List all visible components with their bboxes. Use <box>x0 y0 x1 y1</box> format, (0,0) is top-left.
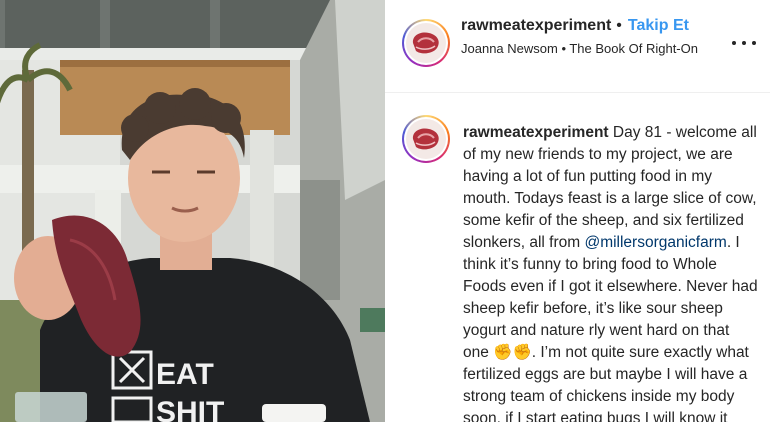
caption-author-avatar[interactable] <box>402 115 450 163</box>
caption-mention-link[interactable]: @millersorganicfarm <box>584 234 726 251</box>
follow-button[interactable]: Takip Et <box>628 17 689 34</box>
post-details-panel: rawmeatexperiment • Takip Et Joanna Newsom… <box>385 0 770 422</box>
separator-dot: • <box>616 17 622 34</box>
post-photo[interactable]: EAT SHIT <box>0 0 385 422</box>
instagram-post-view: EAT SHIT rawmeatexperiment • Takip Et Jo… <box>0 0 770 422</box>
steak-icon <box>412 32 439 54</box>
caption-username[interactable]: rawmeatexperiment <box>463 124 609 141</box>
post-caption: rawmeatexperiment Day 81 - welcome all o… <box>463 122 759 422</box>
more-dot <box>732 41 736 45</box>
author-username[interactable]: rawmeatexperiment <box>461 17 611 34</box>
post-header: rawmeatexperiment • Takip Et Joanna Newsom… <box>385 0 770 93</box>
header-title-row: rawmeatexperiment • Takip Et <box>461 16 689 36</box>
steak-icon <box>412 128 439 150</box>
photo-scene: EAT SHIT <box>0 0 385 422</box>
shirt-text-eat: EAT <box>156 358 214 391</box>
more-dot <box>752 41 756 45</box>
more-dot <box>742 41 746 45</box>
shirt-text-shit: SHIT <box>156 396 224 422</box>
author-avatar[interactable] <box>402 19 450 67</box>
caption-text-part-2: . I think it’s funny to bring food to Wh… <box>463 234 758 422</box>
more-options-icon[interactable] <box>732 37 756 49</box>
audio-label[interactable]: Joanna Newsom • The Book Of Right-On <box>461 39 711 58</box>
caption-text-part-1: Day 81 - welcome all of my new friends t… <box>463 124 757 251</box>
